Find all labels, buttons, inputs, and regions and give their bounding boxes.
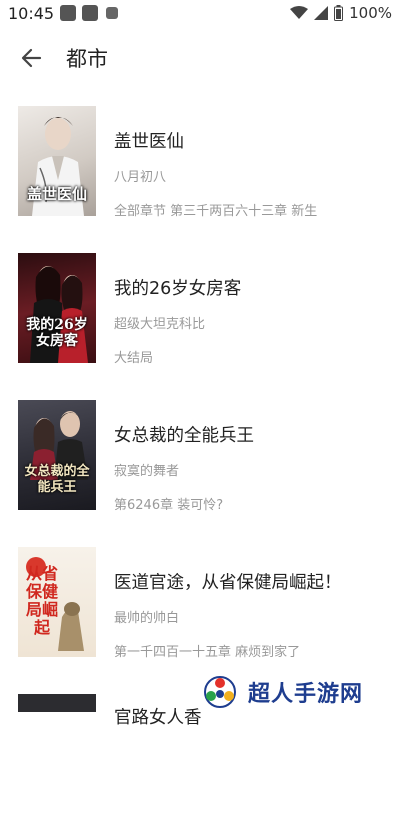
book-cover[interactable]: 从省保健局崛起: [18, 547, 96, 657]
book-title[interactable]: 医道官途，从省保健局崛起！: [114, 569, 342, 594]
book-title[interactable]: 盖世医仙: [114, 128, 184, 153]
wifi-icon: [290, 6, 309, 19]
book-author: 寂寞的舞者: [114, 464, 180, 479]
notification-icon: [82, 5, 98, 21]
list-item[interactable]: 女总裁的全能兵王 女总裁的全能兵王 寂寞的舞者 第6246章 装可怜?: [0, 400, 400, 530]
list-item[interactable]: 我的26岁女房客 我的26岁女房客 超级大坦克科比 大结局: [0, 253, 400, 383]
logo-icon: [204, 676, 236, 708]
status-icons: 100%: [290, 4, 392, 22]
book-cover[interactable]: 女总裁的全能兵王: [18, 400, 96, 510]
watermark-logo: 超人手游网: [198, 674, 394, 710]
notification-icon: [60, 5, 76, 21]
book-cover[interactable]: [18, 694, 96, 712]
book-title[interactable]: 女总裁的全能兵王: [114, 422, 254, 447]
book-latest-chapter: 第6246章 装可怜?: [114, 498, 224, 513]
book-author: 八月初八: [114, 170, 167, 185]
book-cover[interactable]: 我的26岁女房客: [18, 253, 96, 363]
page-title: 都市: [66, 47, 108, 71]
status-time: 10:45: [8, 4, 55, 23]
cover-title: 女总裁的全能兵王: [24, 464, 90, 495]
book-latest-chapter: 大结局: [114, 351, 154, 366]
book-latest-chapter: 第一千四百一十五章 麻烦到家了: [114, 645, 301, 660]
watermark-text: 超人手游网: [248, 682, 364, 707]
book-latest-chapter: 全部章节 第三千两百六十三章 新生: [114, 204, 318, 219]
book-cover[interactable]: 盖世医仙: [18, 106, 96, 216]
list-item[interactable]: 官路女人香: [0, 694, 400, 824]
battery-icon: [334, 5, 344, 21]
battery-percent: 100%: [349, 4, 392, 22]
book-title[interactable]: 官路女人香: [114, 704, 202, 729]
status-bar: 10:45 100%: [0, 0, 400, 28]
app-notification-icon: [106, 7, 118, 19]
cover-title: 我的26岁女房客: [26, 317, 88, 349]
book-author: 最帅的帅白: [114, 611, 180, 626]
signal-icon: [314, 6, 329, 20]
cover-title: 从省保健局崛起: [25, 564, 58, 637]
app-bar: 都市: [0, 28, 400, 88]
list-item[interactable]: 盖世医仙 盖世医仙 八月初八 全部章节 第三千两百六十三章 新生: [0, 106, 400, 236]
book-author: 超级大坦克科比: [114, 317, 206, 332]
book-title[interactable]: 我的26岁女房客: [114, 275, 241, 300]
cover-title: 盖世医仙: [26, 185, 87, 203]
back-arrow-icon[interactable]: [18, 44, 46, 72]
list-item[interactable]: 从省保健局崛起 医道官途，从省保健局崛起！ 最帅的帅白 第一千四百一十五章 麻烦…: [0, 547, 400, 677]
